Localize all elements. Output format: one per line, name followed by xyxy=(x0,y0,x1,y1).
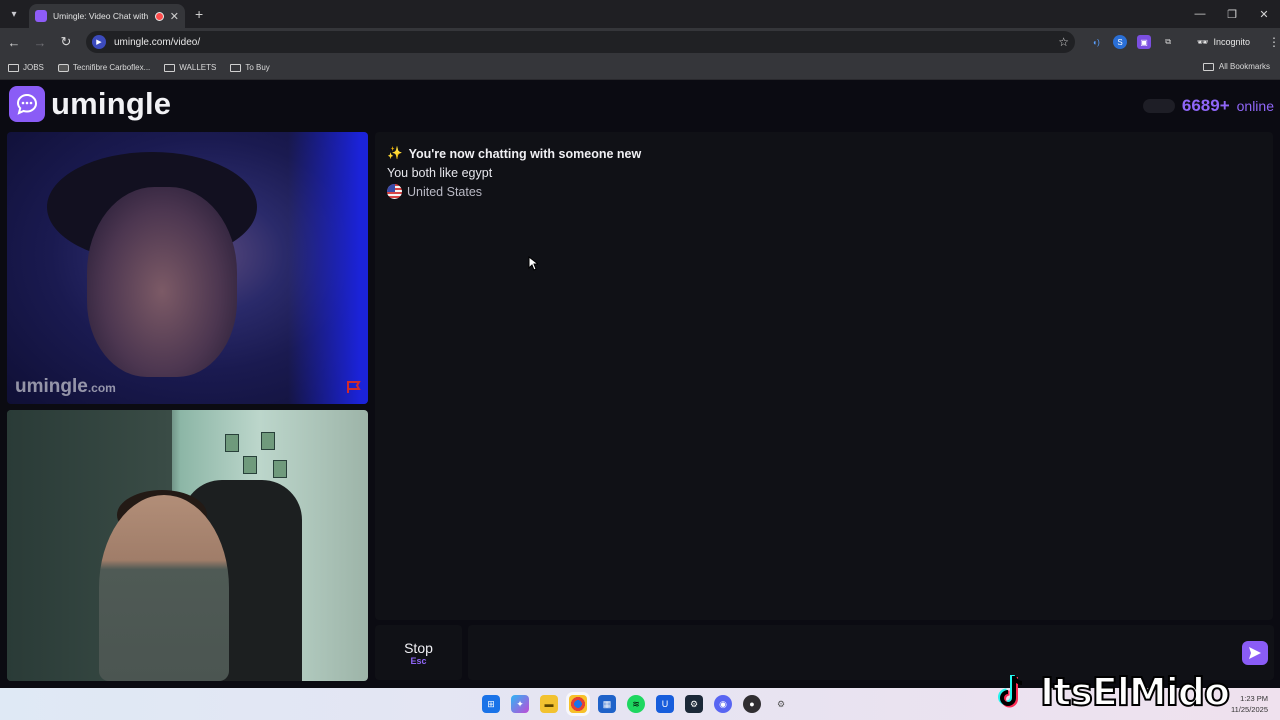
wall-poster xyxy=(273,460,287,478)
streamer-handle: ItsElMido xyxy=(1039,669,1231,715)
tab-title: Umingle: Video Chat with S xyxy=(53,11,149,21)
umingle-favicon-icon xyxy=(35,10,47,22)
store-icon[interactable]: ▦ xyxy=(598,695,616,713)
umingle-page: umingle 6689+ online umingle.com ✨ You'r… xyxy=(0,81,1280,688)
us-flag-icon xyxy=(387,184,402,199)
bookmark-jobs[interactable]: JOBS xyxy=(8,63,44,72)
wall-poster xyxy=(243,456,257,474)
tiktok-logo-icon xyxy=(998,675,1023,708)
online-count: 6689+ xyxy=(1181,96,1230,115)
url-text[interactable]: umingle.com/video/ xyxy=(114,37,1050,48)
twitch-extension-icon[interactable]: ▣ xyxy=(1137,35,1152,49)
video-watermark: umingle.com xyxy=(15,376,116,397)
logo-text: umingle xyxy=(51,86,172,121)
wall-poster xyxy=(225,434,239,452)
bookmark-tecnifibre[interactable]: Tecnifibre Carboflex... xyxy=(57,63,150,72)
discord-icon[interactable]: ◉ xyxy=(714,695,732,713)
stranger-country: United States xyxy=(387,184,641,199)
taskbar-icons: ⊞ ✦ ▬ ▦ ≋ U ⚙ ◉ ● ⚙ xyxy=(482,695,790,713)
forward-icon[interactable]: → xyxy=(28,30,52,54)
blue-light xyxy=(288,132,368,404)
system-clock[interactable]: 1:23 PM 11/25/2025 xyxy=(1231,693,1268,715)
site-favicon-icon xyxy=(57,63,69,72)
incognito-icon: 🕶 xyxy=(1197,36,1209,47)
reload-icon[interactable]: ↻ xyxy=(54,30,78,54)
browser-tab[interactable]: Umingle: Video Chat with S ✕ xyxy=(29,4,185,28)
country-name: United States xyxy=(407,184,483,199)
system-message-text: You're now chatting with someone new xyxy=(408,146,642,161)
stop-label: Stop xyxy=(404,639,433,656)
minimize-icon[interactable]: — xyxy=(1184,0,1216,28)
new-tab-icon[interactable]: + xyxy=(195,6,203,22)
extensions-puzzle-icon[interactable]: ⧉ xyxy=(1161,35,1175,49)
shazam-extension-icon[interactable]: S xyxy=(1113,35,1128,49)
bookmark-star-icon[interactable]: ☆ xyxy=(1058,35,1069,49)
online-label: online xyxy=(1236,98,1274,114)
stop-shortcut: Esc xyxy=(410,655,427,666)
local-video xyxy=(7,410,368,681)
file-explorer-icon[interactable]: ▬ xyxy=(540,695,558,713)
spotify-icon[interactable]: ≋ xyxy=(627,695,645,713)
tab-search-icon[interactable]: ▾ xyxy=(5,5,23,23)
bookmark-to-buy[interactable]: To Buy xyxy=(230,63,270,72)
read-aloud-extension-icon[interactable]: ◖) xyxy=(1089,35,1103,49)
bookmark-wallets[interactable]: WALLETS xyxy=(164,63,216,72)
site-info-icon[interactable]: ▶ xyxy=(91,35,106,49)
local-person xyxy=(99,495,229,681)
send-button[interactable] xyxy=(1242,641,1268,665)
chat-messages: ✨ You're now chatting with someone new Y… xyxy=(387,146,641,199)
browser-tab-strip: ▾ Umingle: Video Chat with S ✕ + — ❐ ✕ xyxy=(0,0,1280,28)
back-icon[interactable]: ← xyxy=(2,30,26,54)
recording-indicator-icon xyxy=(154,11,164,21)
copilot-icon[interactable]: ✦ xyxy=(511,695,529,713)
shared-interests: You both like egypt xyxy=(387,166,493,180)
online-counter: 6689+ online xyxy=(1142,96,1274,116)
obs-icon[interactable]: ● xyxy=(743,695,761,713)
incognito-label: Incognito xyxy=(1213,37,1251,47)
remote-video: umingle.com xyxy=(7,132,368,404)
chat-bubble-logo-icon xyxy=(9,86,45,122)
chrome-icon[interactable] xyxy=(569,695,587,713)
chat-panel: ✨ You're now chatting with someone new Y… xyxy=(375,132,1273,620)
report-flag-icon[interactable] xyxy=(346,380,362,394)
remote-person-face xyxy=(87,187,237,377)
steam-icon[interactable]: ⚙ xyxy=(685,695,703,713)
wall-poster xyxy=(261,432,275,450)
send-icon xyxy=(1249,647,1261,659)
address-bar[interactable]: ▶ umingle.com/video/ ☆ xyxy=(85,31,1076,53)
message-input[interactable] xyxy=(476,635,1226,669)
folder-icon xyxy=(164,63,176,72)
window-controls: — ❐ ✕ xyxy=(1184,0,1280,28)
sparkle-icon: ✨ xyxy=(387,146,403,160)
tab-close-icon[interactable]: ✕ xyxy=(170,10,179,23)
clock-time: 1:23 PM xyxy=(1240,694,1268,703)
system-message: ✨ You're now chatting with someone new xyxy=(387,146,641,161)
folder-icon xyxy=(230,63,242,72)
theme-toggle[interactable] xyxy=(1142,99,1175,113)
incognito-badge[interactable]: 🕶 Incognito xyxy=(1189,32,1258,52)
browser-toolbar: ← → ↻ ▶ umingle.com/video/ ☆ ◖) S ▣ ⧉ 🕶 … xyxy=(0,28,1280,56)
browser-menu-icon[interactable]: ⋮ xyxy=(1268,35,1280,49)
bitwarden-icon[interactable]: U xyxy=(656,695,674,713)
close-window-icon[interactable]: ✕ xyxy=(1248,0,1280,28)
extensions-area: ◖) S ▣ ⧉ xyxy=(1089,35,1175,49)
clock-date: 11/25/2025 xyxy=(1231,705,1268,714)
bookmarks-bar: JOBS Tecnifibre Carboflex... WALLETS To … xyxy=(0,56,1280,80)
mouse-cursor-icon xyxy=(528,256,538,271)
stop-button[interactable]: Stop Esc xyxy=(375,625,462,680)
umingle-logo[interactable]: umingle xyxy=(9,86,171,122)
all-bookmarks[interactable]: All Bookmarks xyxy=(1202,62,1270,71)
settings-icon[interactable]: ⚙ xyxy=(772,695,790,713)
restore-icon[interactable]: ❐ xyxy=(1216,0,1248,28)
windows-icon[interactable]: ⊞ xyxy=(482,695,500,713)
streamer-overlay: ItsElMido xyxy=(994,669,1231,715)
folder-icon xyxy=(8,63,19,72)
folder-icon xyxy=(1202,62,1214,71)
